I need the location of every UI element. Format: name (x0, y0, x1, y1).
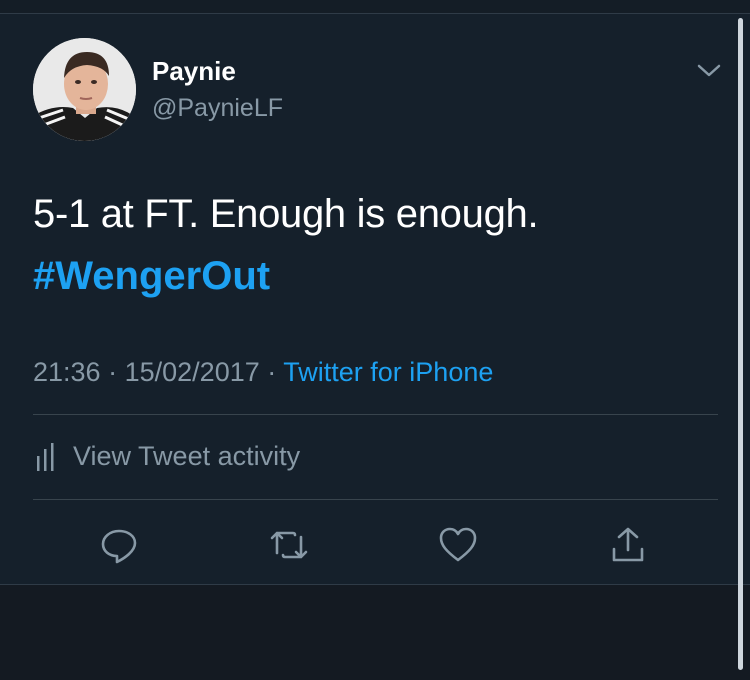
bar-chart-icon (37, 443, 54, 471)
empty-area (0, 585, 750, 680)
author-handle[interactable]: @PaynieLF (152, 93, 283, 123)
meta-separator: · (108, 357, 118, 387)
like-icon (439, 527, 477, 562)
tweet-text: 5-1 at FT. Enough is enough. (33, 192, 539, 236)
retweet-button[interactable] (269, 525, 309, 565)
view-tweet-activity-button[interactable]: View Tweet activity (33, 436, 300, 476)
retweet-icon (270, 531, 308, 559)
divider (33, 414, 718, 415)
tweet-time: 21:36 (33, 357, 101, 387)
tweet-detail-screen: Paynie @PaynieLF 5-1 at FT. Enough is en… (0, 0, 750, 680)
like-button[interactable] (438, 525, 478, 565)
tweet-metadata: 21:36 · 15/02/2017 · Twitter for iPhone (33, 355, 493, 389)
avatar[interactable] (33, 38, 136, 141)
avatar-image (33, 38, 136, 141)
tweet-source-link[interactable]: Twitter for iPhone (283, 357, 493, 387)
reply-button[interactable] (99, 525, 139, 565)
author-display-name[interactable]: Paynie (152, 56, 236, 86)
divider (33, 499, 718, 500)
scrollbar[interactable] (738, 18, 743, 670)
meta-separator: · (267, 357, 277, 387)
hashtag-link[interactable]: #WengerOut (33, 252, 270, 300)
share-icon (612, 527, 644, 562)
view-tweet-activity-label: View Tweet activity (73, 440, 301, 471)
tweet-date: 15/02/2017 (124, 357, 260, 387)
chevron-down-icon[interactable] (694, 58, 724, 84)
reply-icon (101, 529, 137, 564)
share-button[interactable] (608, 525, 648, 565)
